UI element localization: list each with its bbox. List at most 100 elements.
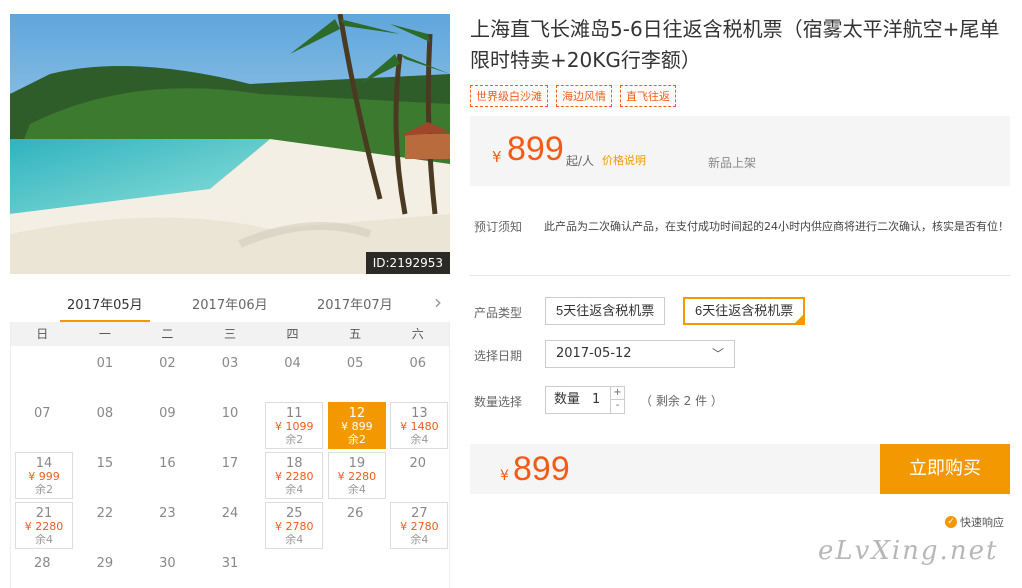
date-select[interactable]: 2017-05-12 ﹀ (545, 340, 735, 368)
calendar-day[interactable]: 25 ¥ 2780 余4 (261, 502, 324, 552)
calendar-day-box[interactable]: 19 ¥ 2280 余4 (327, 452, 386, 499)
day-price: ¥ 1480 (400, 420, 439, 433)
calendar-day[interactable]: 21 ¥ 2280 余4 (11, 502, 74, 552)
day-number: 12 (348, 406, 366, 421)
minus-icon[interactable]: - (610, 400, 624, 413)
quick-response: ✓ 快速响应 (945, 514, 1004, 530)
day-remaining: 余2 (347, 433, 366, 446)
day-remaining: 余2 (285, 433, 304, 446)
calendar-day: 09 (136, 402, 199, 452)
calendar-day-box[interactable]: 11 ¥ 1099 余2 (265, 402, 324, 449)
weekday-label: 日 (36, 327, 49, 341)
calendar-day: 30 (136, 552, 199, 588)
day-number: 18 (286, 456, 303, 471)
calendar-day-box[interactable]: 27 ¥ 2780 余4 (390, 502, 449, 549)
price-explain-link[interactable]: 价格说明 (602, 152, 646, 168)
day-number: 30 (159, 556, 176, 571)
date-label: 选择日期 (474, 349, 523, 363)
calendar-day-box[interactable]: 18 ¥ 2280 余4 (265, 452, 324, 499)
day-number: 14 (35, 456, 53, 471)
calendar-day: 22 (74, 502, 137, 552)
calendar-day: 06 (386, 352, 449, 402)
calendar-day: 31 (199, 552, 262, 588)
calendar-day: 15 (74, 452, 137, 502)
day-number: 11 (286, 406, 303, 421)
calendar-day[interactable]: 18 ¥ 2280 余4 (261, 452, 324, 502)
day-number: 25 (286, 506, 303, 521)
tab-month-1[interactable]: 2017年05月 (67, 294, 143, 313)
day-number: 26 (346, 506, 364, 521)
calendar-day: 07 (11, 402, 74, 452)
day-number: 28 (34, 556, 51, 571)
day-price: ¥ 2780 (275, 520, 314, 533)
calendar-day[interactable]: 12 ¥ 899 余2 (324, 402, 387, 452)
calendar: 日 一 二 三 四 五 六 01 02 03 04 05 06 07 08 09 10 11 ¥ 10… (10, 322, 450, 588)
tab-month-3[interactable]: 2017年07月 (317, 294, 393, 313)
tag: 世界级白沙滩 (470, 85, 548, 107)
plus-icon[interactable]: + (610, 387, 624, 400)
day-number: 20 (409, 456, 426, 471)
calendar-day-box[interactable]: 13 ¥ 1480 余4 (390, 402, 449, 449)
product-title: 上海直飞长滩岛5-6日往返含税机票（宿雾太平洋航空+尾单限时特卖+20KG行李额… (470, 17, 1000, 72)
day-number: 15 (96, 456, 114, 471)
chevron-right-icon[interactable]: › (434, 290, 442, 314)
day-number: 19 (348, 456, 366, 471)
calendar-day[interactable]: 19 ¥ 2280 余4 (324, 452, 387, 502)
calendar-day[interactable]: 11 ¥ 1099 余2 (261, 402, 324, 452)
day-price: ¥ 2280 (275, 470, 314, 483)
tab-month-2[interactable]: 2017年06月 (192, 294, 268, 313)
calendar-day: 20 (386, 452, 449, 502)
calendar-day: 29 (74, 552, 137, 588)
calendar-day: 17 (199, 452, 262, 502)
calendar-day[interactable]: 27 ¥ 2780 余4 (386, 502, 449, 552)
calendar-day: 28 (11, 552, 74, 588)
calendar-day-box[interactable]: 21 ¥ 2280 余4 (15, 502, 73, 549)
currency-symbol: ¥ (492, 148, 502, 166)
quantity-stepper: 数量 1 + - (545, 386, 625, 414)
day-price: ¥ 2280 (337, 470, 377, 483)
price-box: ¥ 899 起/人 价格说明 新品上架 (470, 116, 1010, 186)
watermark: eLvXing.net (818, 536, 999, 566)
day-number: 29 (96, 556, 114, 571)
day-remaining: 余4 (285, 533, 304, 546)
tag: 直飞往返 (620, 85, 676, 107)
day-number: 01 (96, 356, 114, 371)
calendar-day: 10 (199, 402, 262, 452)
day-number: 09 (159, 406, 176, 421)
weekday-label: 二 (161, 327, 174, 341)
calendar-month-tabs: 2017年05月 2017年06月 2017年07月 › (10, 286, 450, 322)
calendar-day: 02 (136, 352, 199, 402)
quick-response-label: 快速响应 (960, 516, 1004, 529)
type-option-6day[interactable]: 6天往返含税机票 (683, 297, 806, 325)
type-option-5day[interactable]: 5天往返含税机票 (545, 297, 666, 325)
day-price: ¥ 899 (341, 420, 373, 433)
product-photo: ID:2192953 (10, 14, 450, 274)
total-price: 899 (513, 450, 570, 488)
price-unit: 起/人 (566, 154, 595, 168)
calendar-day[interactable]: 14 ¥ 999 余2 (11, 452, 74, 502)
quantity-input[interactable]: 1 (592, 387, 600, 413)
quantity-label: 数量 (554, 392, 581, 407)
calendar-day-box[interactable]: 12 ¥ 899 余2 (327, 402, 386, 449)
check-circle-icon: ✓ (945, 516, 957, 528)
day-number: 16 (159, 456, 176, 471)
day-price: ¥ 2280 (24, 520, 64, 533)
day-price: ¥ 1099 (275, 420, 314, 433)
calendar-day-box[interactable]: 14 ¥ 999 余2 (15, 452, 73, 499)
weekday-label: 五 (349, 327, 362, 341)
day-number: 06 (409, 356, 426, 371)
calendar-day: 03 (199, 352, 262, 402)
calendar-day-box[interactable]: 25 ¥ 2780 余4 (265, 502, 324, 549)
calendar-weekday-header: 日 一 二 三 四 五 六 (11, 322, 449, 346)
calendar-day: 04 (261, 352, 324, 402)
buy-now-button[interactable]: 立即购买 (880, 444, 1010, 494)
status-label: 新品上架 (708, 156, 757, 170)
product-tags: 世界级白沙滩 海边风情 直飞往返 (470, 85, 676, 107)
calendar-day[interactable]: 13 ¥ 1480 余4 (386, 402, 449, 452)
day-number: 21 (35, 506, 53, 521)
day-remaining: 余4 (410, 533, 429, 546)
divider (470, 275, 1010, 276)
day-number: 27 (411, 506, 428, 521)
day-remaining: 余4 (35, 533, 53, 546)
currency-symbol: ¥ (500, 468, 509, 484)
